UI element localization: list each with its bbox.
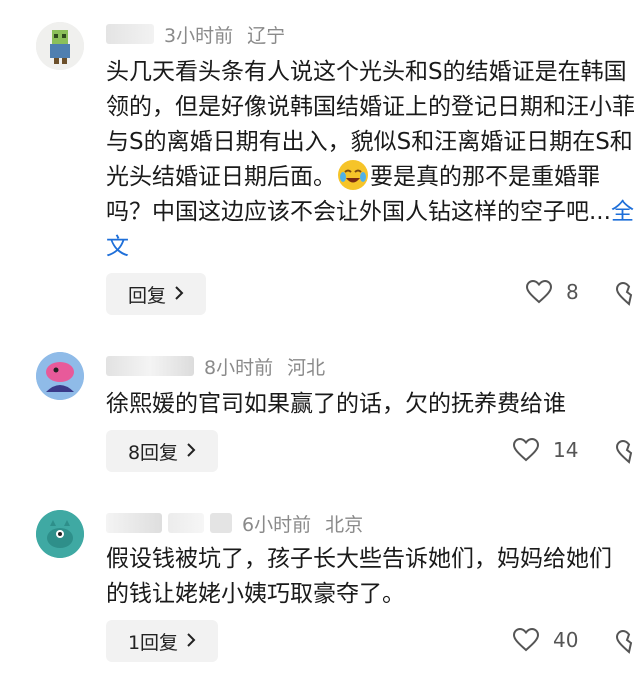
comment-time: 6小时前 bbox=[242, 513, 312, 536]
dislike-button[interactable] bbox=[615, 281, 640, 310]
username-blurred-2 bbox=[168, 513, 204, 533]
heart-icon bbox=[526, 280, 552, 304]
comment-text: 假设钱被坑了，孩子长大些告诉她们，妈妈给她们的钱让姥姥小姨巧取豪夺了。 bbox=[106, 546, 612, 607]
username-blurred[interactable] bbox=[106, 24, 154, 44]
reply-button[interactable]: 1回复 bbox=[106, 620, 218, 662]
chevron-right-icon bbox=[186, 631, 196, 652]
chevron-right-icon bbox=[186, 441, 196, 462]
comment-time: 3小时前 bbox=[164, 24, 234, 47]
laughing-crying-emoji-icon bbox=[338, 160, 368, 190]
teal-creature-avatar-icon bbox=[36, 510, 84, 558]
reply-label: 8回复 bbox=[127, 441, 179, 464]
like-button[interactable]: 40 bbox=[513, 628, 578, 652]
like-count: 8 bbox=[566, 280, 579, 304]
comment-text: 徐熙媛的官司如果赢了的话，欠的抚养费给谁 bbox=[106, 391, 566, 417]
username-blurred[interactable] bbox=[106, 356, 194, 376]
username-blurred-3 bbox=[210, 513, 232, 533]
broken-heart-icon bbox=[615, 439, 633, 464]
reply-label: 回复 bbox=[127, 284, 166, 307]
like-button[interactable]: 8 bbox=[526, 280, 579, 304]
dislike-button[interactable] bbox=[615, 629, 640, 658]
reply-label: 1回复 bbox=[127, 631, 179, 654]
username-blurred[interactable] bbox=[106, 513, 162, 533]
reply-button[interactable]: 回复 bbox=[106, 273, 206, 315]
cartoon-character-avatar-icon bbox=[36, 352, 84, 400]
like-button[interactable]: 14 bbox=[513, 438, 578, 462]
avatar[interactable] bbox=[36, 352, 84, 400]
chevron-right-icon bbox=[174, 284, 184, 305]
broken-heart-icon bbox=[615, 281, 633, 306]
dislike-button[interactable] bbox=[615, 439, 640, 468]
broken-heart-icon bbox=[615, 629, 633, 654]
pixel-character-avatar-icon bbox=[36, 22, 84, 70]
comment-meta: 3小时前 辽宁 bbox=[106, 20, 285, 48]
comment-meta: 6小时前 北京 bbox=[106, 509, 363, 537]
heart-icon bbox=[513, 628, 539, 652]
comment-meta: 8小时前 河北 bbox=[106, 352, 325, 380]
comment-text: 头几天看头条有人说这个光头和S的结婚证是在韩国领的，但是好像说韩国结婚证上的登记… bbox=[106, 55, 636, 265]
comment-location: 北京 bbox=[325, 513, 364, 536]
avatar[interactable] bbox=[36, 510, 84, 558]
reply-button[interactable]: 8回复 bbox=[106, 430, 218, 472]
comment-location: 辽宁 bbox=[247, 24, 286, 47]
heart-icon bbox=[513, 438, 539, 462]
like-count: 14 bbox=[553, 438, 579, 462]
comment-time: 8小时前 bbox=[204, 356, 274, 379]
avatar[interactable] bbox=[36, 22, 84, 70]
comment-location: 河北 bbox=[287, 356, 326, 379]
like-count: 40 bbox=[553, 628, 579, 652]
